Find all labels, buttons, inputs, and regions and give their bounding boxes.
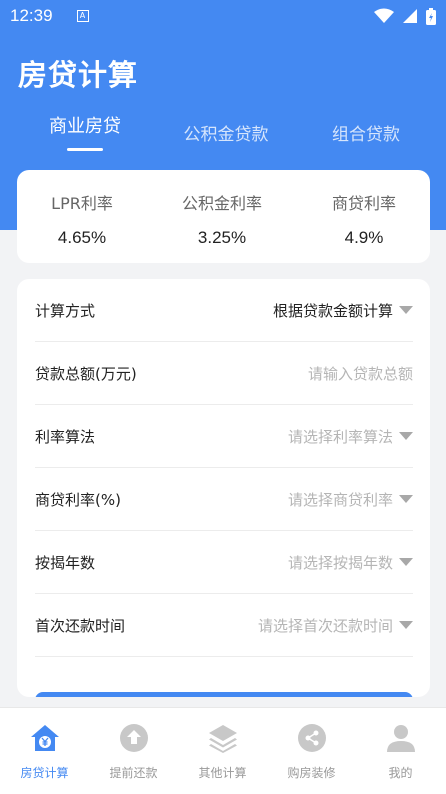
nav-label: 提前还款 [109, 766, 158, 780]
nav-item-profile[interactable]: 我的 [356, 708, 445, 794]
rate-label: 公积金利率 [181, 194, 262, 213]
tab-commercial-loan[interactable]: 商业房贷 [25, 112, 145, 151]
nav-label: 其他计算 [198, 766, 247, 780]
rate-label: LPR利率 [51, 194, 113, 213]
battery-icon [426, 7, 436, 25]
placeholder-text: 请选择利率算法 [287, 427, 393, 446]
rate-value: 4.65% [57, 228, 107, 247]
nav-label: 房贷计算 [20, 766, 69, 780]
nav-item-other-calc[interactable]: 其他计算 [178, 708, 267, 794]
rate-lpr: LPR利率 4.65% [17, 190, 147, 248]
user-icon [386, 725, 415, 752]
form-label: 贷款总额(万元) [35, 364, 137, 383]
nav-label: 我的 [388, 766, 413, 780]
tab-provident-fund-loan[interactable]: 公积金贷款 [166, 120, 286, 145]
rate-value: 3.25% [197, 228, 247, 247]
caret-down-icon [399, 306, 413, 314]
nav-item-mortgage-calc[interactable]: 房贷计算 [0, 708, 89, 794]
wifi-icon [374, 8, 394, 23]
status-time: 12:39 [10, 6, 53, 25]
nav-item-prepayment[interactable]: 提前还款 [89, 708, 178, 794]
signal-icon [403, 9, 417, 23]
loan-type-tabs: 商业房贷 公积金贷款 组合贷款 [0, 112, 446, 152]
form-placeholder: 请选择按揭年数 [288, 552, 413, 573]
house-yuan-icon [30, 725, 59, 751]
placeholder-text: 请选择商贷利率 [287, 490, 393, 509]
rate-value: 4.9% [344, 228, 384, 247]
form-label: 利率算法 [35, 427, 96, 446]
caret-down-icon [399, 621, 413, 629]
layers-icon [208, 725, 237, 753]
rate-commercial: 商贷利率 4.9% [299, 190, 429, 248]
form-label: 计算方式 [35, 301, 96, 320]
rate-provident-fund: 公积金利率 3.25% [157, 190, 287, 248]
form-label: 首次还款时间 [35, 616, 126, 635]
form-label: 按揭年数 [35, 553, 96, 572]
tab-combined-loan[interactable]: 组合贷款 [306, 120, 426, 145]
form-value: 根据贷款金额计算 [273, 300, 413, 321]
page-title: 房贷计算 [18, 58, 139, 92]
selected-value: 根据贷款金额计算 [272, 301, 393, 320]
loan-amount-input[interactable]: 贷款总额(万元) 请输入贷款总额 [35, 342, 413, 405]
loan-form-card: 计算方式 根据贷款金额计算 贷款总额(万元) 请输入贷款总额 利率算法 请选择利… [17, 279, 430, 697]
form-placeholder: 请选择首次还款时间 [258, 615, 413, 636]
placeholder-text: 请选择按揭年数 [287, 553, 393, 572]
share-circle-icon [297, 724, 326, 752]
bottom-nav: 房贷计算 提前还款 其他计算 购房装修 我的 [0, 707, 446, 794]
form-placeholder: 请选择利率算法 [288, 426, 413, 447]
calc-method-select[interactable]: 计算方式 根据贷款金额计算 [35, 279, 413, 342]
placeholder-text: 请输入贷款总额 [307, 364, 413, 383]
form-placeholder: 请输入贷款总额 [308, 363, 413, 384]
caret-down-icon [399, 558, 413, 566]
caret-down-icon [399, 495, 413, 503]
calculate-button[interactable] [35, 692, 413, 697]
tab-label: 商业房贷 [49, 116, 121, 137]
first-payment-date-select[interactable]: 首次还款时间 请选择首次还款时间 [35, 594, 413, 657]
form-placeholder: 请选择商贷利率 [288, 489, 413, 510]
caret-down-icon [399, 432, 413, 440]
nav-label: 购房装修 [287, 766, 336, 780]
tab-label: 公积金贷款 [183, 125, 269, 145]
active-tab-indicator [67, 148, 103, 151]
upload-circle-icon [119, 724, 148, 752]
rate-label: 商贷利率 [331, 194, 396, 213]
tab-label: 组合贷款 [332, 125, 400, 145]
commercial-rate-select[interactable]: 商贷利率(%) 请选择商贷利率 [35, 468, 413, 531]
mortgage-years-select[interactable]: 按揭年数 请选择按揭年数 [35, 531, 413, 594]
form-label: 商贷利率(%) [35, 490, 121, 509]
rate-method-select[interactable]: 利率算法 请选择利率算法 [35, 405, 413, 468]
notification-badge-icon: A [76, 10, 89, 22]
status-bar: 12:39 A [0, 0, 446, 32]
nav-item-home-decoration[interactable]: 购房装修 [267, 708, 356, 794]
rates-card: LPR利率 4.65% 公积金利率 3.25% 商贷利率 4.9% [17, 170, 430, 263]
placeholder-text: 请选择首次还款时间 [257, 616, 393, 635]
status-icons [374, 7, 436, 25]
